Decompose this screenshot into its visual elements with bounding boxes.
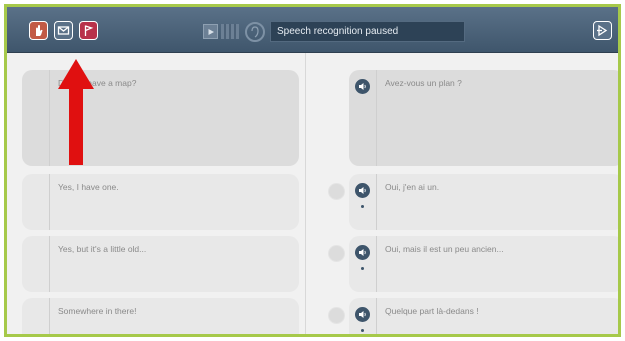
source-card-3[interactable]: Yes, but it's a little old... (22, 236, 299, 292)
message-button[interactable] (54, 21, 73, 40)
target-text: Oui, mais il est un peu ancien... (385, 244, 504, 254)
speaker-button[interactable] (355, 245, 370, 260)
speaker-button[interactable] (355, 183, 370, 198)
speaker-button[interactable] (355, 307, 370, 322)
card-stripe (22, 298, 50, 334)
source-text: Somewhere in there! (58, 306, 137, 316)
progress-dot (361, 329, 364, 332)
target-text: Oui, j'en ai un. (385, 182, 440, 192)
app-frame: Speech recognition paused Do you have a … (4, 4, 621, 337)
top-toolbar: Speech recognition paused (7, 7, 618, 53)
source-text: Yes, but it's a little old... (58, 244, 147, 254)
flag-icon (84, 25, 94, 36)
source-card-4[interactable]: Somewhere in there! (22, 298, 299, 334)
card-stripe (22, 236, 50, 292)
source-text: Yes, I have one. (58, 182, 119, 192)
progress-dot (361, 267, 364, 270)
speaker-icon (359, 187, 366, 194)
inactive-speaker-icon (328, 307, 345, 324)
play-button[interactable] (203, 24, 218, 39)
inactive-speaker-icon (328, 245, 345, 262)
card-stripe (22, 174, 50, 230)
target-text: Avez-vous un plan ? (385, 78, 462, 88)
target-text: Quelque part là-dedans ! (385, 306, 479, 316)
inactive-speaker-icon (328, 183, 345, 200)
microphone-icon (251, 25, 259, 37)
target-card-4[interactable]: Quelque part là-dedans ! (349, 298, 618, 334)
progress-dot (361, 205, 364, 208)
speaker-icon (359, 249, 366, 256)
source-card-2[interactable]: Yes, I have one. (22, 174, 299, 230)
flag-button[interactable] (79, 21, 98, 40)
target-card-2[interactable]: Oui, j'en ai un. (349, 174, 618, 230)
cursor-hand-button[interactable] (29, 21, 48, 40)
speaker-icon (359, 83, 366, 90)
speech-recognition-panel: Speech recognition paused (203, 21, 465, 42)
recognition-status: Speech recognition paused (270, 21, 465, 42)
card-stripe (22, 70, 50, 166)
speaker-button[interactable] (355, 79, 370, 94)
play-icon (208, 28, 214, 35)
red-arrow-annotation (58, 59, 94, 165)
target-card-3[interactable]: Oui, mais il est un peu ancien... (349, 236, 618, 292)
next-arrow-icon (597, 24, 608, 37)
cursor-hand-icon (36, 25, 43, 36)
next-button[interactable] (593, 21, 612, 40)
envelope-icon (57, 26, 70, 35)
speaker-icon (359, 311, 366, 318)
target-card-1[interactable]: Avez-vous un plan ? (349, 70, 618, 166)
column-divider (305, 53, 306, 334)
pause-button[interactable] (221, 24, 239, 39)
microphone-button[interactable] (245, 21, 265, 42)
